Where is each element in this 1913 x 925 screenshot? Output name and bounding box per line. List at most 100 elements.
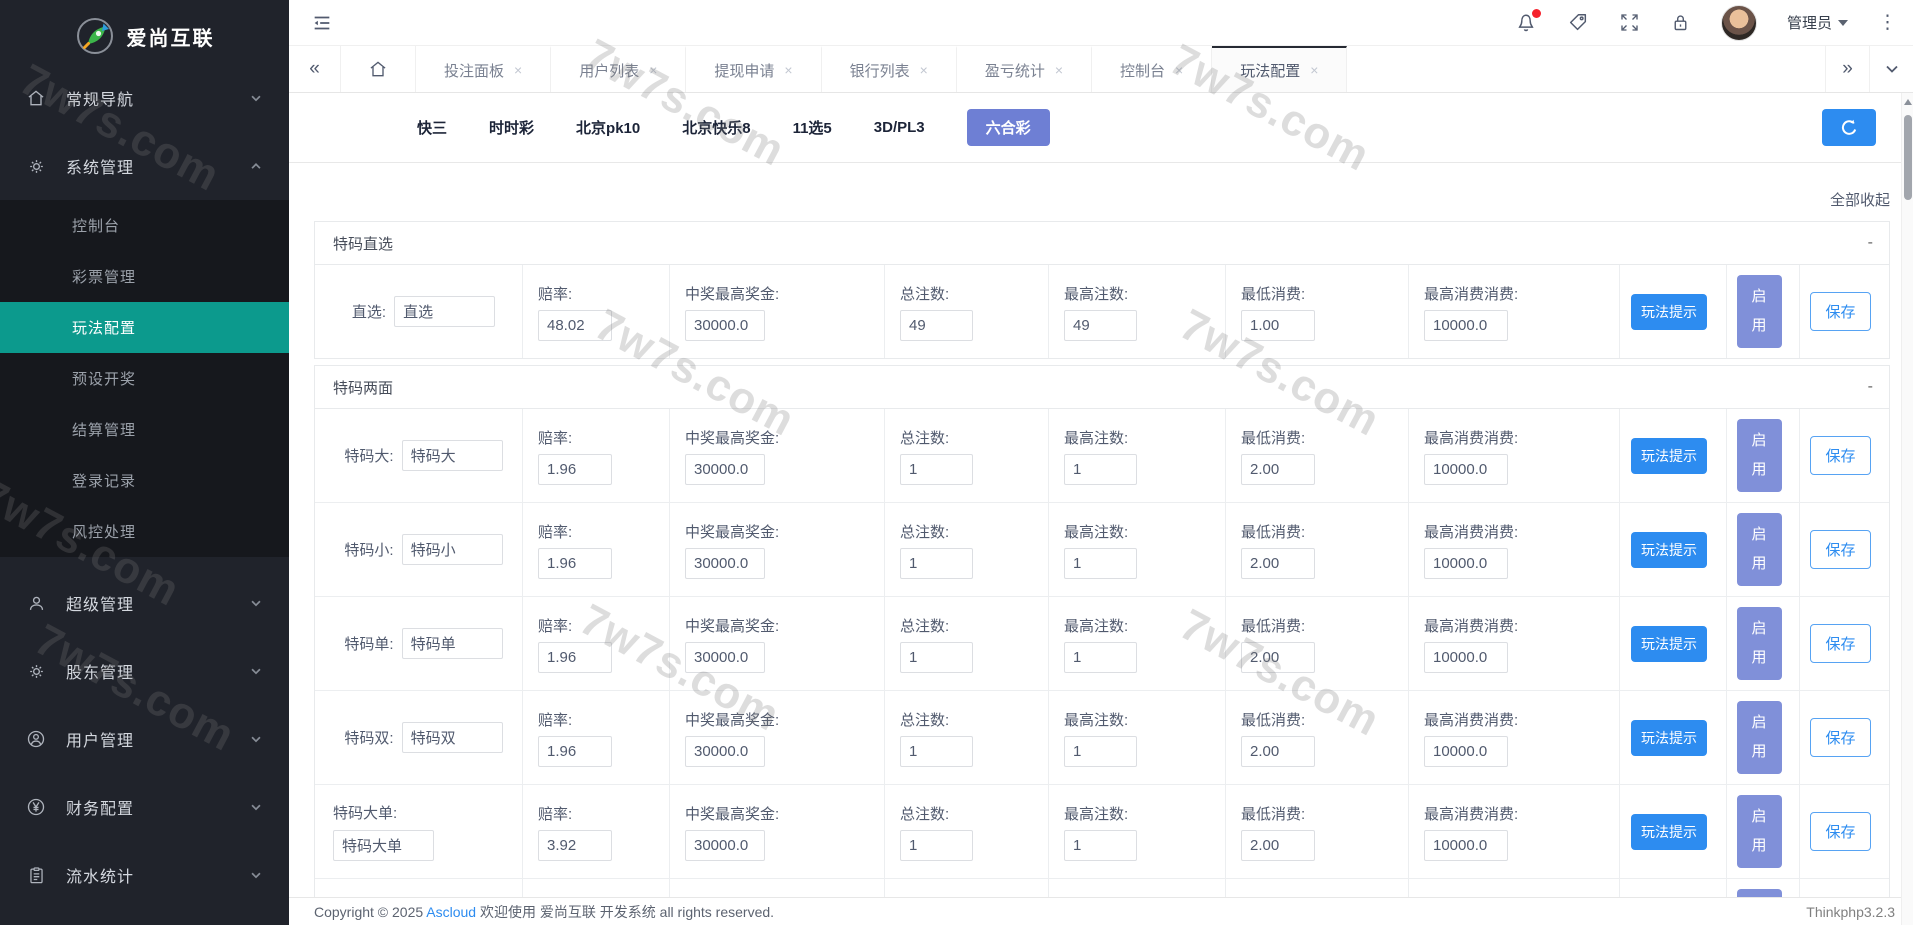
maxcost-input[interactable]	[1424, 735, 1508, 767]
min-input[interactable]	[1241, 453, 1315, 485]
fullscreen-icon[interactable]	[1619, 12, 1640, 33]
tabs-dropdown-button[interactable]	[1869, 46, 1913, 92]
lottery-tab-0[interactable]: 快三	[417, 109, 447, 146]
enable-button[interactable]: 启用	[1736, 607, 1782, 680]
sidebar-subitem-6[interactable]: 风控处理	[0, 506, 289, 557]
odds-input[interactable]	[538, 735, 612, 767]
sidebar-item-6[interactable]: 流水统计	[0, 841, 289, 909]
sidebar-subitem-5[interactable]: 登录记录	[0, 455, 289, 506]
section-collapse-toggle[interactable]: -	[1868, 379, 1873, 395]
save-button[interactable]: 保存	[1810, 718, 1871, 757]
save-button[interactable]: 保存	[1810, 530, 1871, 569]
save-button[interactable]: 保存	[1810, 812, 1871, 851]
sidebar-item-5[interactable]: 财务配置	[0, 773, 289, 841]
enable-button[interactable]: 启用	[1736, 275, 1782, 348]
odds-input[interactable]	[538, 547, 612, 579]
tab-3[interactable]: 银行列表 ×	[822, 46, 957, 92]
tab-close-icon[interactable]: ×	[514, 62, 522, 78]
total-input[interactable]	[900, 829, 973, 861]
play-name-input[interactable]	[401, 722, 503, 753]
sidebar-subitem-1[interactable]: 彩票管理	[0, 251, 289, 302]
tab-5[interactable]: 控制台 ×	[1092, 46, 1213, 92]
tab-close-icon[interactable]: ×	[784, 62, 792, 78]
scrollbar-thumb[interactable]	[1903, 115, 1912, 200]
user-menu[interactable]: 管理员	[1787, 12, 1848, 33]
sidebar-item-0[interactable]: 常规导航	[0, 64, 289, 132]
play-name-input[interactable]	[401, 440, 503, 471]
max-input[interactable]	[1064, 453, 1137, 485]
play-tip-button[interactable]: 玩法提示	[1631, 293, 1707, 330]
total-input[interactable]	[900, 309, 973, 341]
user-avatar[interactable]	[1720, 4, 1757, 41]
play-tip-button[interactable]: 玩法提示	[1631, 531, 1707, 568]
lottery-tab-2[interactable]: 北京pk10	[576, 109, 640, 146]
total-input[interactable]	[900, 641, 973, 673]
play-name-input[interactable]	[333, 830, 434, 861]
odds-input[interactable]	[538, 453, 612, 485]
lottery-tab-4[interactable]: 11选5	[793, 109, 832, 146]
tab-4[interactable]: 盈亏统计 ×	[957, 46, 1093, 92]
sidebar-item-3[interactable]: 股东管理	[0, 637, 289, 705]
sidebar-item-4[interactable]: 用户管理	[0, 705, 289, 773]
sidebar-item-1[interactable]: 系统管理	[0, 132, 289, 200]
lottery-tab-3[interactable]: 北京快乐8	[682, 109, 750, 146]
home-tab[interactable]	[341, 46, 416, 92]
tab-close-icon[interactable]: ×	[1055, 62, 1063, 78]
maxcost-input[interactable]	[1424, 829, 1508, 861]
sidebar-item-2[interactable]: 超级管理	[0, 569, 289, 637]
total-input[interactable]	[900, 547, 973, 579]
lock-icon[interactable]	[1670, 12, 1691, 33]
sidebar-subitem-2[interactable]: 玩法配置	[0, 302, 289, 353]
maxcost-input[interactable]	[1424, 453, 1508, 485]
tag-icon[interactable]	[1567, 12, 1589, 34]
notification-bell-icon[interactable]	[1515, 8, 1541, 34]
scrollbar-up-arrow[interactable]	[1903, 99, 1912, 105]
sidebar-toggle-icon[interactable]	[311, 12, 333, 34]
play-tip-button[interactable]: 玩法提示	[1631, 437, 1707, 474]
play-tip-button[interactable]: 玩法提示	[1631, 719, 1707, 756]
odds-input[interactable]	[538, 309, 612, 341]
prize-input[interactable]	[685, 829, 765, 861]
play-name-input[interactable]	[401, 628, 503, 659]
odds-input[interactable]	[538, 641, 612, 673]
tab-0[interactable]: 投注面板 ×	[416, 46, 552, 92]
min-input[interactable]	[1241, 641, 1315, 673]
collapse-all-link[interactable]: 全部收起	[1830, 189, 1890, 210]
lottery-tab-6[interactable]: 六合彩	[966, 109, 1050, 146]
sidebar-subitem-4[interactable]: 结算管理	[0, 404, 289, 455]
prize-input[interactable]	[685, 309, 765, 341]
max-input[interactable]	[1064, 309, 1137, 341]
tab-1[interactable]: 用户列表 ×	[551, 46, 687, 92]
enable-button[interactable]: 启用	[1736, 513, 1782, 586]
maxcost-input[interactable]	[1424, 309, 1508, 341]
play-tip-button[interactable]: 玩法提示	[1631, 813, 1707, 850]
play-name-input[interactable]	[401, 534, 503, 565]
tab-close-icon[interactable]: ×	[1175, 62, 1183, 78]
max-input[interactable]	[1064, 547, 1137, 579]
tabs-scroll-left-button[interactable]: «	[289, 46, 341, 92]
max-input[interactable]	[1064, 735, 1137, 767]
more-menu-icon[interactable]: ⋮	[1878, 11, 1897, 34]
min-input[interactable]	[1241, 829, 1315, 861]
enable-button[interactable]: 启用	[1736, 795, 1782, 868]
refresh-button[interactable]	[1822, 109, 1876, 146]
total-input[interactable]	[900, 453, 973, 485]
odds-input[interactable]	[538, 829, 612, 861]
max-input[interactable]	[1064, 829, 1137, 861]
lottery-tab-1[interactable]: 时时彩	[489, 109, 534, 146]
tab-close-icon[interactable]: ×	[1310, 62, 1318, 78]
sidebar-subitem-3[interactable]: 预设开奖	[0, 353, 289, 404]
enable-button[interactable]: 启用	[1736, 889, 1782, 897]
sidebar-subitem-0[interactable]: 控制台	[0, 200, 289, 251]
tab-close-icon[interactable]: ×	[920, 62, 928, 78]
tabs-scroll-right-button[interactable]: »	[1825, 46, 1869, 92]
tab-close-icon[interactable]: ×	[649, 62, 657, 78]
ascloud-link[interactable]: Ascloud	[426, 904, 476, 920]
min-input[interactable]	[1241, 309, 1315, 341]
tab-6[interactable]: 玩法配置 ×	[1212, 46, 1348, 92]
enable-button[interactable]: 启用	[1736, 701, 1782, 774]
maxcost-input[interactable]	[1424, 641, 1508, 673]
total-input[interactable]	[900, 735, 973, 767]
section-collapse-toggle[interactable]: -	[1868, 235, 1873, 251]
save-button[interactable]: 保存	[1810, 624, 1871, 663]
